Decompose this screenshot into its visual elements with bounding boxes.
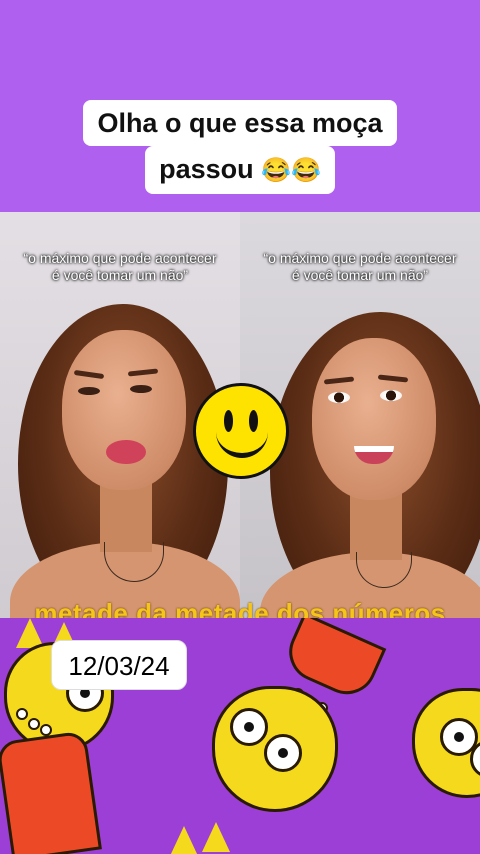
face-right xyxy=(312,338,436,500)
lisa-cartoon-bottom xyxy=(150,818,270,854)
lisa-cartoon-right xyxy=(400,688,480,848)
eye-left-1 xyxy=(78,387,100,395)
headline-line-2-text: passou xyxy=(159,154,254,184)
eye-left-2 xyxy=(130,385,152,393)
date-badge: 12/03/24 xyxy=(51,640,187,690)
headline: Olha o que essa moça passou 😂😂 xyxy=(0,100,480,194)
smiley-mouth xyxy=(216,428,268,458)
caption-right: “o máximo que pode acontecer é você toma… xyxy=(263,250,457,283)
laughing-emoji-icon: 😂😂 xyxy=(261,157,321,184)
headline-line-1: Olha o que essa moça xyxy=(83,100,397,146)
lips-left xyxy=(106,440,146,464)
eye-right-1 xyxy=(328,392,350,403)
headline-line-2: passou 😂😂 xyxy=(145,146,335,194)
smiley-face-icon xyxy=(193,383,289,479)
face-left xyxy=(62,330,186,490)
eye-right-2 xyxy=(380,390,402,401)
caption-left: “o máximo que pode acontecer é você toma… xyxy=(23,250,217,283)
